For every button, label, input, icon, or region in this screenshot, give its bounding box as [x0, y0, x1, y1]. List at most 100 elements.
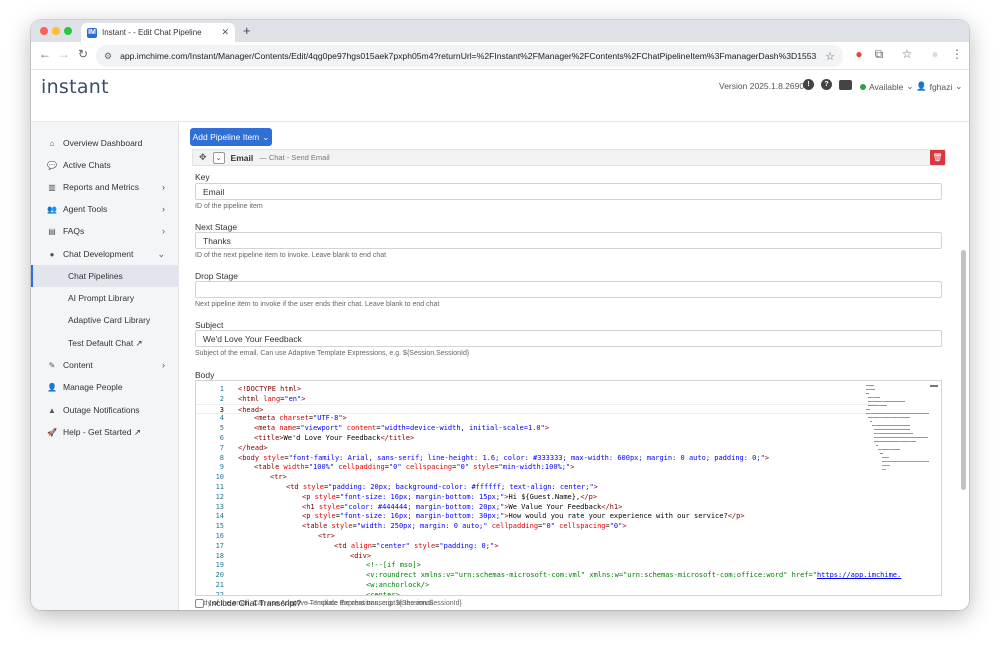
browser-menu-icon[interactable]: ⋮ [949, 47, 965, 61]
delete-item-button[interactable]: 🗑 [930, 150, 945, 165]
bookmark-star-icon[interactable]: ☆ [825, 50, 835, 63]
sidebar-item-active-chats[interactable]: 💬 Active Chats [31, 154, 179, 176]
code-line[interactable]: 11 <td style="padding: 20px; background-c… [196, 482, 876, 492]
address-bar[interactable]: ⚙ app.imchime.com/Instant/Manager/Conten… [96, 45, 843, 67]
code-line[interactable]: 16 <tr> [196, 531, 876, 541]
forward-icon[interactable]: → [56, 47, 72, 61]
sidebar-item-content[interactable]: ✎ Content › [31, 354, 179, 376]
minimap-stroke [879, 437, 899, 438]
include-transcript-row[interactable]: Include Chat Transcript? — Include the c… [195, 598, 433, 608]
sidebar-item-reports-and-metrics[interactable]: ▥ Reports and Metrics › [31, 176, 179, 198]
code-line[interactable]: 15 <table style="width: 250px; margin: 0 … [196, 521, 876, 531]
back-icon[interactable]: ← [37, 47, 53, 61]
alert-icon[interactable]: ! [803, 79, 814, 90]
next-stage-input[interactable]: Thanks [195, 232, 942, 249]
sidebar-item-adaptive-card-library[interactable]: Adaptive Card Library [31, 309, 179, 331]
code-text: <title>We'd Love Your Feedback</title> [254, 434, 415, 442]
reload-icon[interactable]: ↻ [75, 47, 91, 61]
code-line[interactable]: 1 <!DOCTYPE html> [196, 384, 876, 394]
code-line[interactable]: 21 <w:anchorlock/> [196, 580, 876, 590]
sidebar-item-overview-dashboard[interactable]: ⌂ Overview Dashboard [31, 132, 179, 154]
code-line[interactable]: 12 <p style="font-size: 16px; margin-bott… [196, 492, 876, 502]
profile-avatar-icon[interactable]: ● [927, 47, 943, 61]
code-line[interactable]: 19 <!--[if mso]> [196, 560, 876, 570]
include-transcript-checkbox[interactable] [195, 598, 204, 608]
sidebar-item-label: Active Chats [63, 160, 111, 170]
line-number: 22 [215, 590, 224, 596]
add-pipeline-item-button[interactable]: Add Pipeline Item ⌄ [190, 128, 272, 146]
subject-input[interactable]: We'd Love Your Feedback [195, 330, 942, 347]
minimap-stroke [904, 401, 905, 402]
code-line[interactable]: 10 <tr> [196, 472, 876, 482]
drop-stage-input[interactable] [195, 281, 942, 298]
browser-window: IM Instant - - Edit Chat Pipeline ✕ + ← … [31, 20, 969, 610]
code-line[interactable]: 20 <v:roundrect xmlns:v="urn:schemas-micr… [196, 570, 902, 580]
sidebar-item-faqs[interactable]: ▤ FAQs › [31, 220, 179, 242]
sidebar-item-manage-people[interactable]: 👤 Manage People [31, 376, 179, 398]
sidebar-item-ai-prompt-library[interactable]: AI Prompt Library [31, 287, 179, 309]
sidebar-item-chat-development[interactable]: ● Chat Development ⌄ [31, 243, 179, 265]
main-content: Add Pipeline Item ⌄ ✥ ⌄ Email — Chat - S… [179, 122, 969, 610]
code-line[interactable]: 14 <p style="font-size: 16px; margin-bott… [196, 511, 876, 521]
browser-toolbar: ← → ↻ ⚙ app.imchime.com/Instant/Manager/… [31, 42, 969, 70]
code-line[interactable]: 5 <meta name="viewport" content="width=de… [196, 423, 876, 433]
minimap-stroke [925, 437, 928, 438]
body-code-editor[interactable]: 1 <!DOCTYPE html> 2 <html lang="en"> 3 <head>… [195, 380, 942, 596]
site-info-icon[interactable]: ⚙ [104, 51, 112, 62]
availability-dropdown[interactable]: Available ⌄ [860, 81, 913, 92]
maximize-window-button[interactable] [64, 27, 72, 35]
instant-logo[interactable]: instant [41, 76, 109, 98]
minimap-stroke [928, 413, 929, 414]
id-card-icon[interactable] [839, 80, 852, 90]
code-line[interactable]: 4 <meta charset="UTF-8"> [196, 413, 876, 423]
collapse-item-button[interactable]: ⌄ [212, 151, 225, 164]
code-line[interactable]: 7 </head> [196, 443, 876, 453]
code-line[interactable]: 18 <div> [196, 551, 876, 561]
user-menu[interactable]: 👤 fghazi ⌄ [916, 81, 962, 92]
sidebar-item-chat-pipelines[interactable]: Chat Pipelines [31, 265, 179, 287]
code-line[interactable]: 3 <head> [196, 403, 876, 414]
chart-icon: ▥ [48, 182, 56, 192]
key-input[interactable]: Email [195, 183, 942, 200]
extensions-puzzle-icon[interactable]: ⧉ [871, 47, 887, 62]
code-text: <div> [350, 551, 372, 560]
line-number: 4 [219, 414, 224, 423]
code-line[interactable]: 22 <center> [196, 590, 876, 596]
close-tab-icon[interactable]: ✕ [221, 27, 229, 38]
bookmarks-icon[interactable]: ☆ [899, 47, 915, 61]
sidebar-item-agent-tools[interactable]: 👥 Agent Tools › [31, 198, 179, 220]
body-label: Body [195, 370, 215, 380]
sidebar-item-label: FAQs [63, 226, 85, 236]
drag-handle-icon[interactable]: ✥ [199, 152, 207, 163]
code-line[interactable]: 13 <h1 style="color: #444444; margin-bott… [196, 502, 876, 512]
new-tab-icon[interactable]: + [243, 23, 251, 38]
sidebar-item-outage-notifications[interactable]: ▲ Outage Notifications [31, 399, 179, 421]
code-text: <tr> [270, 473, 287, 482]
minimap-stroke [880, 453, 883, 454]
extension-icon[interactable]: ● [851, 47, 867, 61]
sidebar-item-help-get-started[interactable]: 🚀 Help - Get Started ↗ [31, 421, 179, 443]
code-minimap[interactable] [864, 381, 938, 491]
minimize-window-button[interactable] [52, 27, 60, 35]
code-line[interactable]: 17 <td align="center" style="padding: 0;"… [196, 541, 876, 551]
browser-tab[interactable]: IM Instant - - Edit Chat Pipeline ✕ [81, 23, 235, 42]
line-number: 20 [215, 571, 224, 580]
code-line[interactable]: 9 <table width="100%" cellpadding="0" cel… [196, 462, 876, 472]
minimap-stroke [881, 441, 897, 442]
drop-stage-help: Next pipeline item to invoke if the user… [195, 301, 440, 308]
code-line[interactable]: 2 <html lang="en"> [196, 394, 876, 404]
page-scrollbar[interactable] [961, 250, 966, 490]
minimap-slider[interactable] [930, 385, 938, 387]
sidebar-item-test-default-chat[interactable]: Test Default Chat ↗ [31, 332, 179, 354]
version-text: Version 2025.1.8.2690 [719, 81, 805, 91]
code-text: </head> [238, 443, 268, 452]
line-number: 9 [219, 463, 224, 472]
url-text[interactable]: app.imchime.com/Instant/Manager/Contents… [120, 51, 817, 61]
code-text: <table width="100%" cellpadding="0" cell… [254, 463, 575, 472]
code-line[interactable]: 8 <body style="font-family: Arial, sans-s… [196, 453, 876, 463]
chevron-right-icon: › [162, 226, 165, 236]
collapse-sidebar-icon[interactable]: « [153, 606, 160, 610]
close-window-button[interactable] [40, 27, 48, 35]
help-icon[interactable]: ? [821, 79, 832, 90]
code-line[interactable]: 6 <title>We'd Love Your Feedback</title> [196, 433, 876, 443]
